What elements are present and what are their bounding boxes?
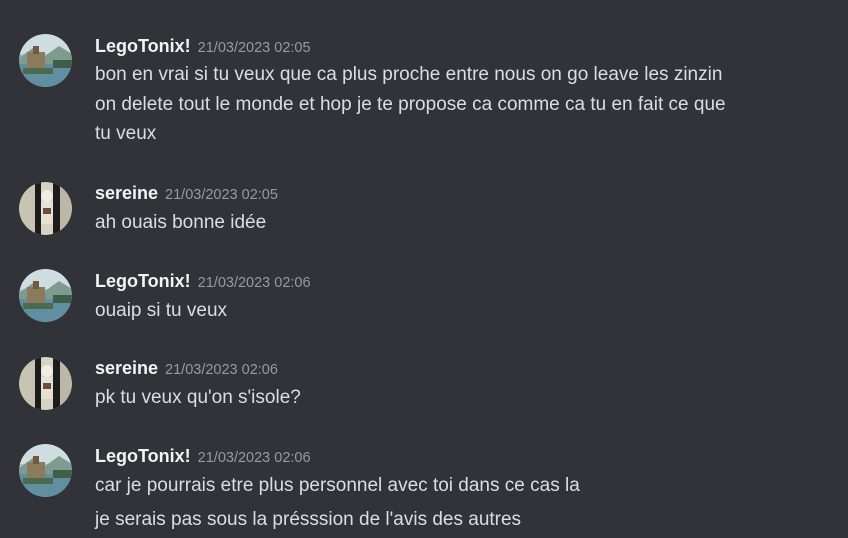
figure-portrait-avatar-icon[interactable] — [19, 357, 72, 410]
message-text: bon en vrai si tu veux que ca plus proch… — [95, 64, 723, 85]
lake-castle-avatar-icon[interactable] — [19, 444, 72, 497]
username[interactable]: LegoTonix! — [95, 446, 191, 466]
username[interactable]: sereine — [95, 183, 158, 203]
message-text: ah ouais bonne idée — [95, 212, 267, 233]
timestamp: 21/03/2023 02:05 — [165, 187, 278, 203]
timestamp: 21/03/2023 02:06 — [165, 362, 278, 378]
message-text: on delete tout le monde et hop je te pro… — [95, 94, 726, 115]
username[interactable]: LegoTonix! — [95, 271, 191, 291]
message-text: ouaip si tu veux — [95, 300, 228, 321]
username[interactable]: sereine — [95, 358, 158, 378]
lake-castle-avatar-icon[interactable] — [19, 34, 72, 87]
figure-portrait-avatar-icon[interactable] — [19, 182, 72, 235]
lake-castle-avatar-icon[interactable] — [19, 269, 72, 322]
timestamp: 21/03/2023 02:06 — [197, 450, 311, 466]
message-text: pk tu veux qu'on s'isole? — [95, 387, 301, 408]
message-text: car je pourrais etre plus personnel avec… — [95, 475, 580, 496]
timestamp: 21/03/2023 02:06 — [197, 275, 311, 291]
timestamp: 21/03/2023 02:05 — [197, 40, 311, 56]
username[interactable]: LegoTonix! — [95, 36, 191, 56]
message-text: je serais pas sous la présssion de l'avi… — [95, 509, 522, 530]
message-text: tu veux — [95, 123, 157, 144]
chat-message-list: LegoTonix! 21/03/2023 02:05 bon en vrai s… — [0, 0, 848, 538]
